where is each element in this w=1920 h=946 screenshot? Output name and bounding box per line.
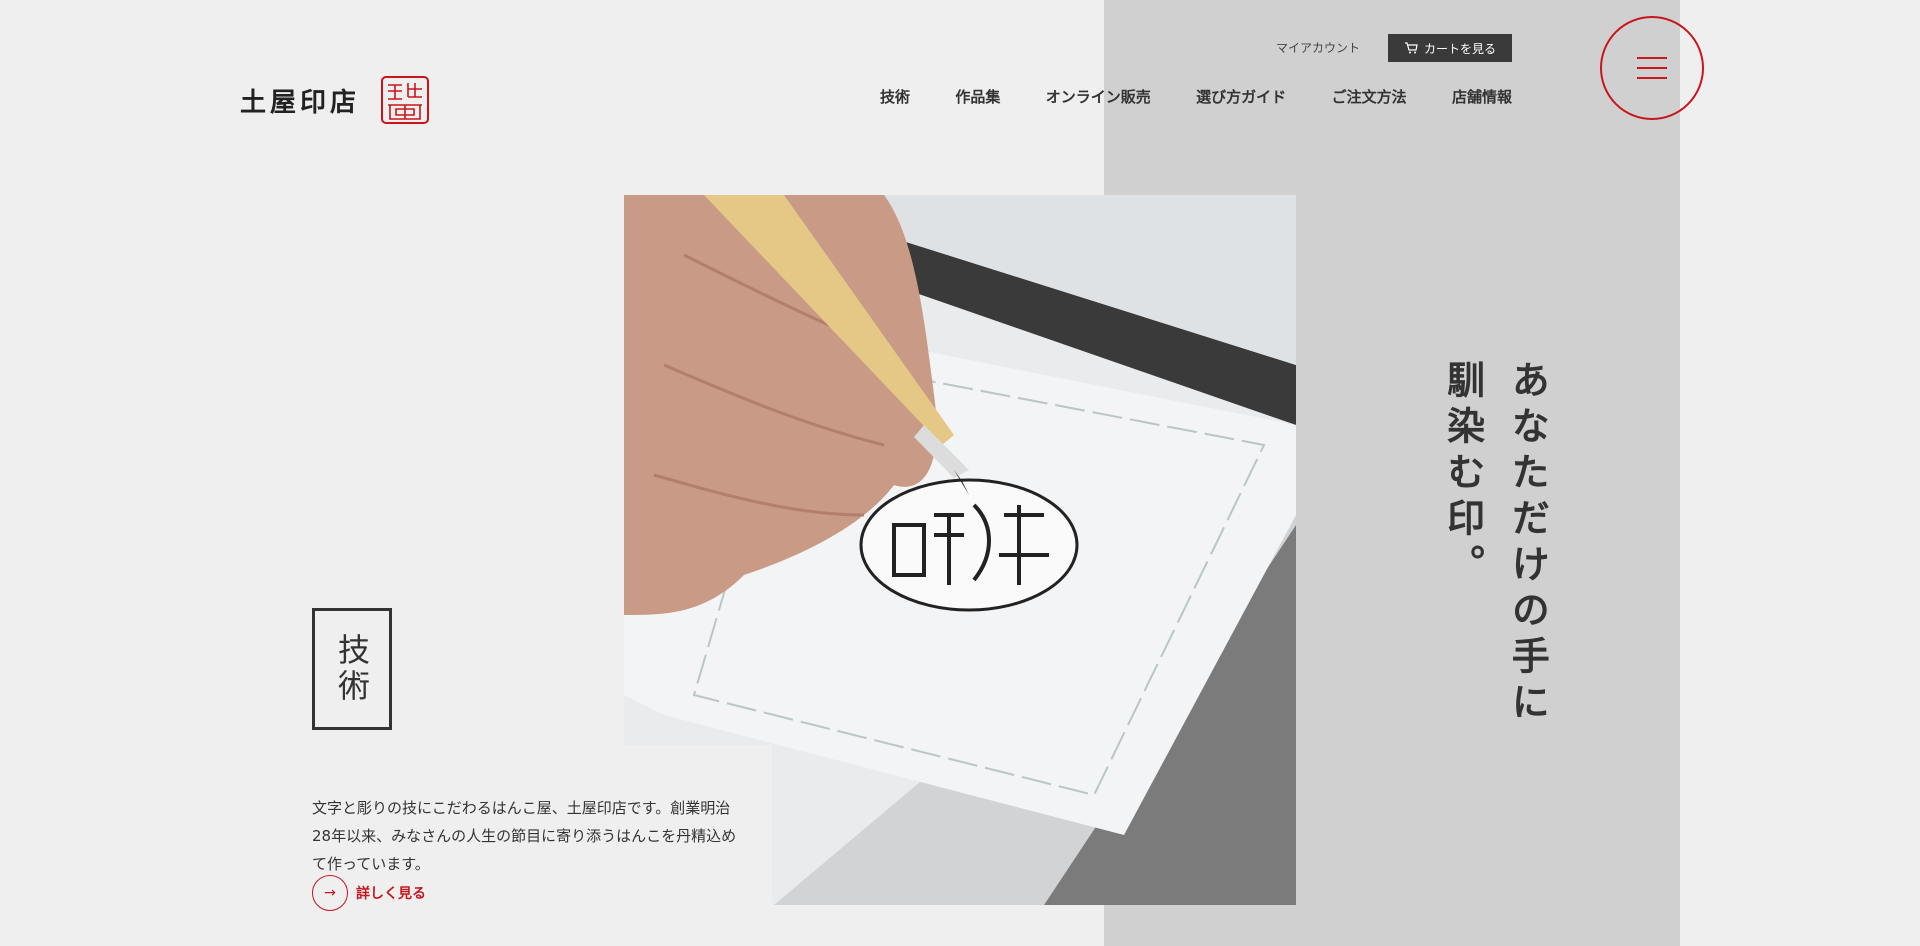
cart-label: カートを見る (1423, 41, 1496, 56)
hero-description: 文字と彫りの技にこだわるはんこ屋、土屋印店です。創業明治28年以来、みなさんの人… (312, 799, 737, 873)
nav-item-technique[interactable]: 技術 (880, 86, 910, 107)
cart-icon (1404, 42, 1418, 54)
nav-item-store-info[interactable]: 店舗情報 (1452, 86, 1512, 107)
site-logo[interactable]: 土屋印店 (240, 74, 430, 126)
nav-item-online-shop[interactable]: オンライン販売 (1046, 86, 1151, 107)
view-cart-button[interactable]: カートを見る (1388, 34, 1512, 62)
arrow-right-icon: → (312, 875, 348, 911)
read-more-label: 詳しく見る (356, 886, 426, 902)
section-label-technique: 技術 (312, 608, 392, 730)
nav-item-guide[interactable]: 選び方ガイド (1196, 86, 1286, 107)
logo-text: 土屋印店 (240, 87, 361, 118)
seal-icon (381, 76, 430, 124)
nav-item-order[interactable]: ご注文方法 (1332, 86, 1407, 107)
read-more-link[interactable]: → 詳しく見る (312, 875, 426, 911)
my-account-link[interactable]: マイアカウント (1276, 39, 1360, 56)
menu-line-icon (1637, 57, 1667, 59)
menu-line-icon (1637, 77, 1667, 79)
hero-catchphrase: あなただけの手に馴染む印。 (1440, 360, 1550, 728)
nav-item-works[interactable]: 作品集 (955, 86, 1000, 107)
main-nav: 技術 作品集 オンライン販売 選び方ガイド ご注文方法 店舗情報 (880, 86, 1512, 107)
hamburger-menu-button[interactable] (1600, 16, 1704, 120)
menu-line-icon (1637, 67, 1667, 69)
